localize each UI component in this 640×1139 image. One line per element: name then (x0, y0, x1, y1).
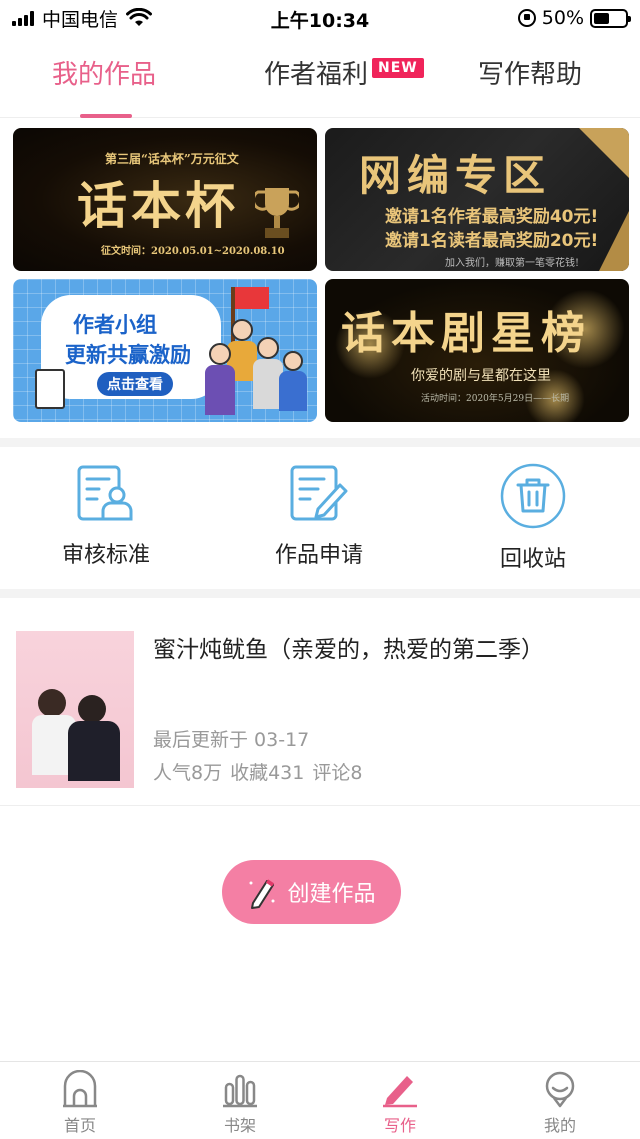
cover-figure (78, 695, 106, 723)
status-bar: 中国电信 上午10:34 50% (0, 0, 640, 36)
banner-footer: 征文时间：2020.05.01~2020.08.10 (101, 246, 285, 257)
bottom-nav: 首页 书架 写作 我的 (0, 1061, 640, 1139)
trophy-icon (255, 188, 299, 238)
cartoon-kid-body (279, 371, 307, 411)
quick-actions: 审核标准 作品申请 回收站 (0, 447, 640, 589)
decor-corner (599, 211, 629, 271)
quick-action-label: 回收站 (499, 547, 566, 572)
banner-line-2: 邀请1名读者最高奖励20元! (385, 231, 599, 251)
review-standard-icon (77, 465, 133, 521)
banner-author-group[interactable]: 作者小组 更新共赢激励 点击查看 (13, 279, 317, 422)
top-tabs: 我的作品 作者福利 NEW 写作帮助 (0, 36, 640, 118)
create-work-label: 创建作品 (287, 882, 376, 907)
banner-subtitle: 第三届“话本杯”万元征文 (105, 152, 239, 166)
work-favorites: 收藏431 (230, 762, 305, 784)
cartoon-kid (283, 351, 303, 371)
banner-footer: 活动时间：2020年5月29日——长期 (421, 394, 570, 404)
pencil-icon (249, 879, 275, 909)
home-icon (63, 1070, 97, 1108)
tab-author-benefits[interactable]: 作者福利 (264, 54, 368, 91)
banner-footer: 加入我们，赚取第一笔零花钱! (445, 258, 580, 269)
create-work-button[interactable]: 创建作品 (222, 860, 401, 924)
new-badge: NEW (372, 58, 424, 78)
cartoon-kid (257, 337, 279, 359)
quick-action-trash[interactable]: 回收站 (463, 463, 603, 573)
banner-title: 网编专区 (359, 151, 552, 200)
profile-icon (545, 1071, 575, 1108)
cartoon-kid (231, 319, 253, 341)
nav-bookshelf[interactable]: 书架 (200, 1070, 280, 1136)
trash-icon (500, 463, 566, 529)
cartoon-kid-body (205, 365, 235, 415)
pencil-icon (383, 1076, 417, 1108)
banner-line-1: 作者小组 (73, 313, 157, 337)
decor-corner (579, 128, 629, 178)
section-divider (0, 589, 640, 598)
quick-action-label: 作品申请 (274, 543, 363, 568)
banner-view-button[interactable]: 点击查看 (97, 372, 173, 396)
battery-icon (590, 8, 631, 28)
cartoon-kid (209, 343, 231, 365)
cover-figure (38, 689, 66, 717)
quick-action-work-apply[interactable]: 作品申请 (249, 463, 389, 569)
banner-title: 话本杯 (77, 176, 239, 235)
work-comments: 评论8 (312, 762, 363, 784)
work-last-updated: 最后更新于 03-17 (153, 729, 310, 751)
work-card[interactable]: 蜜汁炖鱿鱼（亲爱的，热爱的第二季） 最后更新于 03-17 人气8万 收藏431 评… (0, 598, 640, 806)
nav-label: 写作 (383, 1116, 416, 1135)
banner-line-2: 更新共赢激励 (65, 343, 191, 367)
work-title[interactable]: 蜜汁炖鱿鱼（亲爱的，热爱的第二季） (153, 630, 544, 664)
nav-label: 我的 (543, 1116, 576, 1135)
nav-home[interactable]: 首页 (40, 1070, 120, 1136)
section-divider (0, 438, 640, 447)
tab-writing-help[interactable]: 写作帮助 (478, 54, 582, 91)
battery-percent: 50% (541, 7, 584, 29)
work-stats: 人气8万 收藏431 评论8 (153, 758, 370, 785)
quick-action-review-standard[interactable]: 审核标准 (36, 463, 176, 569)
banner-line-1: 邀请1名作者最高奖励40元! (385, 207, 599, 227)
nav-label: 书架 (223, 1116, 256, 1135)
quick-action-label: 审核标准 (61, 543, 150, 568)
rotation-lock-icon (517, 9, 536, 27)
nav-write[interactable]: 写作 (360, 1070, 440, 1136)
nav-profile[interactable]: 我的 (520, 1070, 600, 1136)
status-right: 50% (517, 6, 631, 30)
banner-grid: 第三届“话本杯”万元征文 话本杯 征文时间：2020.05.01~2020.08… (0, 118, 640, 438)
banner-title: 话本剧星榜 (341, 308, 591, 359)
banner-wangbian[interactable]: 网编专区 邀请1名作者最高奖励40元! 邀请1名读者最高奖励20元! 加入我们，… (325, 128, 629, 271)
bookshelf-icon (223, 1074, 257, 1108)
nav-label: 首页 (63, 1116, 96, 1135)
banner-huabenbei[interactable]: 第三届“话本杯”万元征文 话本杯 征文时间：2020.05.01~2020.08… (13, 128, 317, 271)
work-cover-image[interactable] (16, 631, 134, 788)
work-apply-icon (290, 465, 348, 521)
cover-figure (68, 721, 120, 781)
tab-my-works[interactable]: 我的作品 (52, 54, 156, 91)
work-popularity: 人气8万 (153, 762, 223, 784)
clipboard-icon (35, 369, 65, 409)
banner-subtitle: 你爱的剧与星都在这里 (411, 368, 551, 384)
banner-drama-stars[interactable]: 话本剧星榜 你爱的剧与星都在这里 活动时间：2020年5月29日——长期 (325, 279, 629, 422)
